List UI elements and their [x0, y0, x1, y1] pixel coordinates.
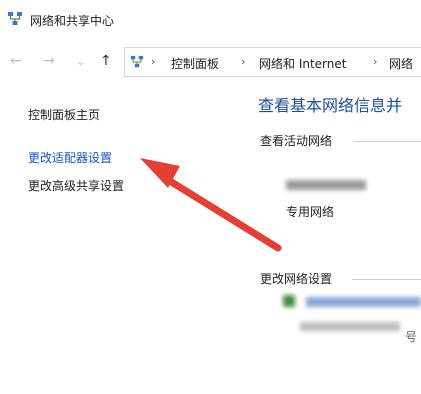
- annotation-arrow: [140, 158, 282, 252]
- annotation-arrow-shaft: [161, 174, 282, 252]
